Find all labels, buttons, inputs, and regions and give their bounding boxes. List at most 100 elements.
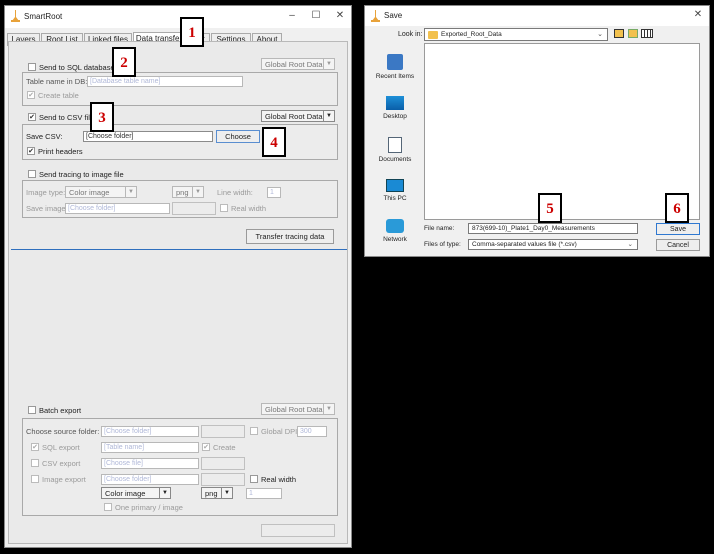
annotation-2: 2 bbox=[112, 47, 136, 77]
save-dialog-title: Save bbox=[384, 11, 403, 20]
minimize-button[interactable]: – bbox=[285, 10, 299, 22]
place-this-pc[interactable]: This PC bbox=[369, 179, 421, 202]
csv-checkbox-label: Send to CSV file bbox=[39, 113, 95, 122]
choose-button[interactable]: Choose bbox=[216, 130, 260, 143]
image-export-checkbox[interactable] bbox=[31, 475, 39, 483]
batch-export-label: Batch export bbox=[39, 406, 82, 415]
sql-combo-value: Global Root Data bbox=[265, 60, 323, 69]
network-label: Network bbox=[383, 236, 407, 243]
annotation-5: 5 bbox=[538, 193, 562, 223]
source-folder-label: Choose source folder: bbox=[26, 427, 100, 436]
csv-global-root-data-combo[interactable]: Global Root Data ▼ bbox=[261, 110, 335, 122]
look-in-combo[interactable]: Exported_Root_Data ⌄ bbox=[424, 28, 608, 41]
one-primary-checkbox[interactable] bbox=[104, 503, 112, 511]
create-table-label: Create table bbox=[38, 91, 79, 100]
chevron-down-icon: ▼ bbox=[323, 111, 334, 121]
maximize-button[interactable]: ☐ bbox=[309, 10, 323, 22]
annotation-3: 3 bbox=[90, 102, 114, 132]
save-csv-path-input[interactable]: [Choose folder] bbox=[83, 131, 213, 142]
sql-global-root-data-combo[interactable]: Global Root Data ▼ bbox=[261, 58, 335, 70]
print-headers-checkbox[interactable]: ✔ bbox=[27, 147, 35, 155]
documents-label: Documents bbox=[378, 156, 412, 163]
chevron-down-icon: ▼ bbox=[159, 488, 170, 498]
place-network[interactable]: Network bbox=[369, 219, 421, 243]
batch-image-type-combo[interactable]: Color image ▼ bbox=[101, 487, 171, 499]
chevron-down-icon: ⌄ bbox=[597, 31, 603, 38]
place-desktop[interactable]: Desktop bbox=[369, 96, 421, 120]
table-name-input[interactable]: [Database table name] bbox=[87, 76, 243, 87]
transfer-tracing-data-button[interactable]: Transfer tracing data bbox=[246, 229, 334, 244]
save-button[interactable]: Save bbox=[656, 223, 700, 235]
cancel-button[interactable]: Cancel bbox=[656, 239, 700, 251]
save-image-label: Save image: bbox=[26, 204, 68, 213]
file-list[interactable] bbox=[424, 43, 700, 220]
save-image-path-input[interactable]: [Choose folder] bbox=[65, 203, 170, 214]
csv-export-checkbox[interactable] bbox=[31, 459, 39, 467]
sql-checkbox-label: Send to SQL database bbox=[39, 63, 115, 72]
app-icon bbox=[371, 10, 380, 22]
app-icon bbox=[11, 10, 20, 22]
csv-checkbox[interactable]: ✔ bbox=[28, 113, 36, 121]
annotation-1: 1 bbox=[180, 17, 204, 47]
chevron-down-icon: ▼ bbox=[221, 488, 232, 498]
close-button[interactable]: ✕ bbox=[333, 10, 347, 22]
table-name-label: Table name in DB: bbox=[26, 77, 88, 86]
view-menu-icon[interactable] bbox=[641, 29, 653, 38]
batch-global-root-data-combo[interactable]: Global Root Data ▼ bbox=[261, 403, 335, 415]
create-table-checkbox[interactable]: ✔ bbox=[27, 91, 35, 99]
sql-export-checkbox[interactable]: ✔ bbox=[31, 443, 39, 451]
image-export-input[interactable]: [Choose folder] bbox=[101, 474, 199, 485]
image-type-combo[interactable]: Color image ▼ bbox=[65, 186, 137, 198]
up-folder-icon[interactable] bbox=[614, 29, 624, 38]
folder-icon bbox=[428, 31, 438, 39]
line-width-label: Line width: bbox=[217, 188, 253, 197]
sql-checkbox[interactable] bbox=[28, 63, 36, 71]
line-width-input[interactable]: 1 bbox=[267, 187, 281, 198]
global-dpi-input[interactable]: 300 bbox=[297, 426, 327, 437]
image-type-label: Image type: bbox=[26, 188, 66, 197]
close-icon[interactable]: ✕ bbox=[691, 9, 705, 21]
annotation-6: 6 bbox=[665, 193, 689, 223]
csv-choose-button[interactable] bbox=[201, 457, 245, 470]
image-format-value: png bbox=[176, 188, 189, 197]
batch-real-width-checkbox[interactable] bbox=[250, 475, 258, 483]
csv-export-input[interactable]: [Choose file] bbox=[101, 458, 199, 469]
global-dpi-label: Global DPI: bbox=[261, 427, 300, 436]
file-name-label: File name: bbox=[424, 225, 455, 232]
batch-real-width-label: Real width bbox=[261, 475, 297, 484]
sql-export-label: SQL export bbox=[42, 443, 80, 452]
smartroot-window: SmartRoot – ☐ ✕ Layers Root List Linked … bbox=[4, 5, 352, 548]
look-in-label: Look in: bbox=[398, 31, 423, 38]
batch-export-checkbox[interactable] bbox=[28, 406, 36, 414]
real-width-checkbox[interactable] bbox=[220, 204, 228, 212]
file-type-combo[interactable]: Comma-separated values file (*.csv) ⌄ bbox=[468, 239, 638, 250]
chevron-down-icon: ▼ bbox=[323, 59, 334, 69]
image-export-choose-button[interactable] bbox=[201, 473, 245, 486]
file-name-input[interactable]: 873(699-10)_Plate1_Day0_Measurements bbox=[468, 223, 638, 234]
global-dpi-checkbox[interactable] bbox=[250, 427, 258, 435]
image-format-combo[interactable]: png ▼ bbox=[172, 186, 204, 198]
source-folder-input[interactable]: [Choose folder] bbox=[101, 426, 199, 437]
batch-combo-value: Global Root Data bbox=[265, 405, 323, 414]
place-recent-items[interactable]: Recent Items bbox=[369, 54, 421, 80]
new-folder-icon[interactable] bbox=[628, 29, 638, 38]
image-checkbox[interactable] bbox=[28, 170, 36, 178]
image-checkbox-label: Send tracing to image file bbox=[39, 170, 124, 179]
batch-run-button[interactable] bbox=[261, 524, 335, 537]
batch-format-value: png bbox=[205, 489, 218, 498]
batch-format-combo[interactable]: png ▼ bbox=[201, 487, 233, 499]
source-choose-button[interactable] bbox=[201, 425, 245, 438]
batch-width-input[interactable]: 1 bbox=[246, 488, 282, 499]
chevron-down-icon: ▼ bbox=[323, 404, 334, 414]
file-type-label: Files of type: bbox=[424, 241, 461, 248]
create-label: Create bbox=[213, 443, 236, 452]
create-checkbox[interactable]: ✔ bbox=[202, 443, 210, 451]
sql-export-input[interactable]: [Table name] bbox=[101, 442, 199, 453]
image-choose-button[interactable] bbox=[172, 202, 216, 215]
place-documents[interactable]: Documents bbox=[369, 137, 421, 163]
save-title-bar: Save ✕ bbox=[365, 6, 709, 26]
recent-items-label: Recent Items bbox=[375, 73, 415, 80]
computer-icon bbox=[386, 179, 404, 192]
chevron-down-icon: ▼ bbox=[192, 187, 203, 197]
chevron-down-icon: ⌄ bbox=[627, 241, 633, 248]
